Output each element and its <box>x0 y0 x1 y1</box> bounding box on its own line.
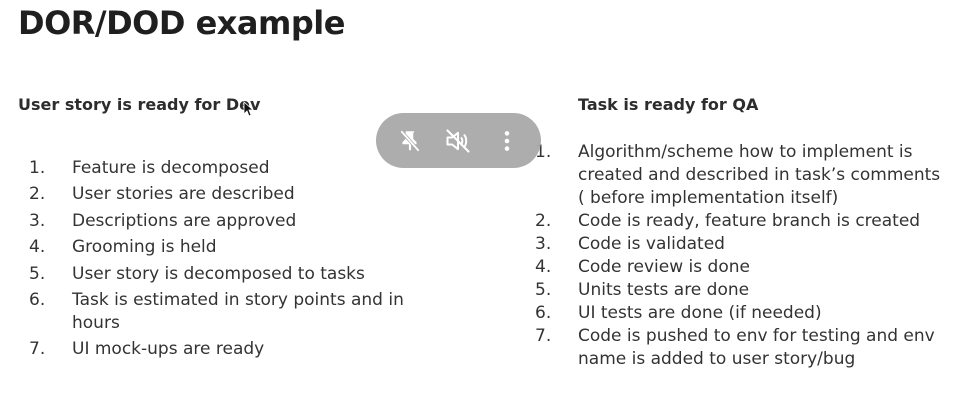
list-item: 6. UI tests are done (if needed) <box>535 302 948 325</box>
list-item: 7. Code is pushed to env for testing and … <box>535 325 948 371</box>
list-number: 3. <box>29 210 46 231</box>
more-vert-icon <box>504 130 510 151</box>
list-item: 1. Feature is decomposed <box>29 157 417 180</box>
list-text: Task is estimated in story points and in… <box>72 289 404 333</box>
right-checklist: 1. Algorithm/scheme how to implement is c… <box>535 141 948 371</box>
list-text: User stories are described <box>72 184 295 205</box>
list-number: 7. <box>535 326 552 346</box>
left-checklist: 1. Feature is decomposed 2. User stories a… <box>29 157 417 365</box>
list-text: Algorithm/scheme how to implement is cre… <box>578 142 941 208</box>
list-text: UI tests are done (if needed) <box>578 303 822 323</box>
list-text: User story is decomposed to tasks <box>72 263 365 284</box>
list-item: 1. Algorithm/scheme how to implement is c… <box>535 141 948 210</box>
list-number: 4. <box>29 237 46 258</box>
list-item: 5. User story is decomposed to tasks <box>29 263 417 286</box>
list-number: 4. <box>535 257 552 277</box>
mute-button[interactable] <box>441 124 475 158</box>
list-item: 4. Grooming is held <box>29 236 417 259</box>
left-column-heading: User story is ready for Dev <box>18 95 261 114</box>
mouse-pointer-icon <box>243 101 253 117</box>
list-text: Code is pushed to env for testing and en… <box>578 326 935 369</box>
list-number: 5. <box>535 280 552 300</box>
list-item: 7. UI mock-ups are ready <box>29 338 417 361</box>
list-text: Code review is done <box>578 257 750 277</box>
list-text: Units tests are done <box>578 280 750 300</box>
unpin-button[interactable] <box>393 124 427 158</box>
list-item: 6. Task is estimated in story points and … <box>29 289 417 335</box>
list-item: 3. Descriptions are approved <box>29 210 417 233</box>
list-item: 2. User stories are described <box>29 183 417 206</box>
list-item: 5. Units tests are done <box>535 279 948 302</box>
list-text: Code is validated <box>578 234 725 254</box>
right-column-heading: Task is ready for QA <box>578 95 759 114</box>
list-text: Descriptions are approved <box>72 210 297 231</box>
list-number: 5. <box>29 263 46 284</box>
volume-muted-icon <box>446 128 471 153</box>
list-number: 6. <box>29 289 46 310</box>
list-number: 2. <box>29 184 46 205</box>
list-item: 3. Code is validated <box>535 233 948 256</box>
list-number: 3. <box>535 234 552 254</box>
unpin-icon <box>400 129 421 152</box>
slide-title: DOR/DOD example <box>18 4 345 42</box>
list-text: Grooming is held <box>72 237 217 258</box>
list-text: Code is ready, feature branch is created <box>578 211 921 231</box>
list-number: 1. <box>29 158 46 178</box>
list-item: 2. Code is ready, feature branch is creat… <box>535 210 948 233</box>
list-number: 6. <box>535 303 552 323</box>
list-number: 7. <box>29 339 46 360</box>
list-text: UI mock-ups are ready <box>72 339 265 360</box>
list-text: Feature is decomposed <box>72 158 270 178</box>
list-item: 4. Code review is done <box>535 256 948 279</box>
more-options-button[interactable] <box>490 124 524 158</box>
video-toolbar <box>376 113 541 168</box>
list-number: 2. <box>535 211 552 231</box>
